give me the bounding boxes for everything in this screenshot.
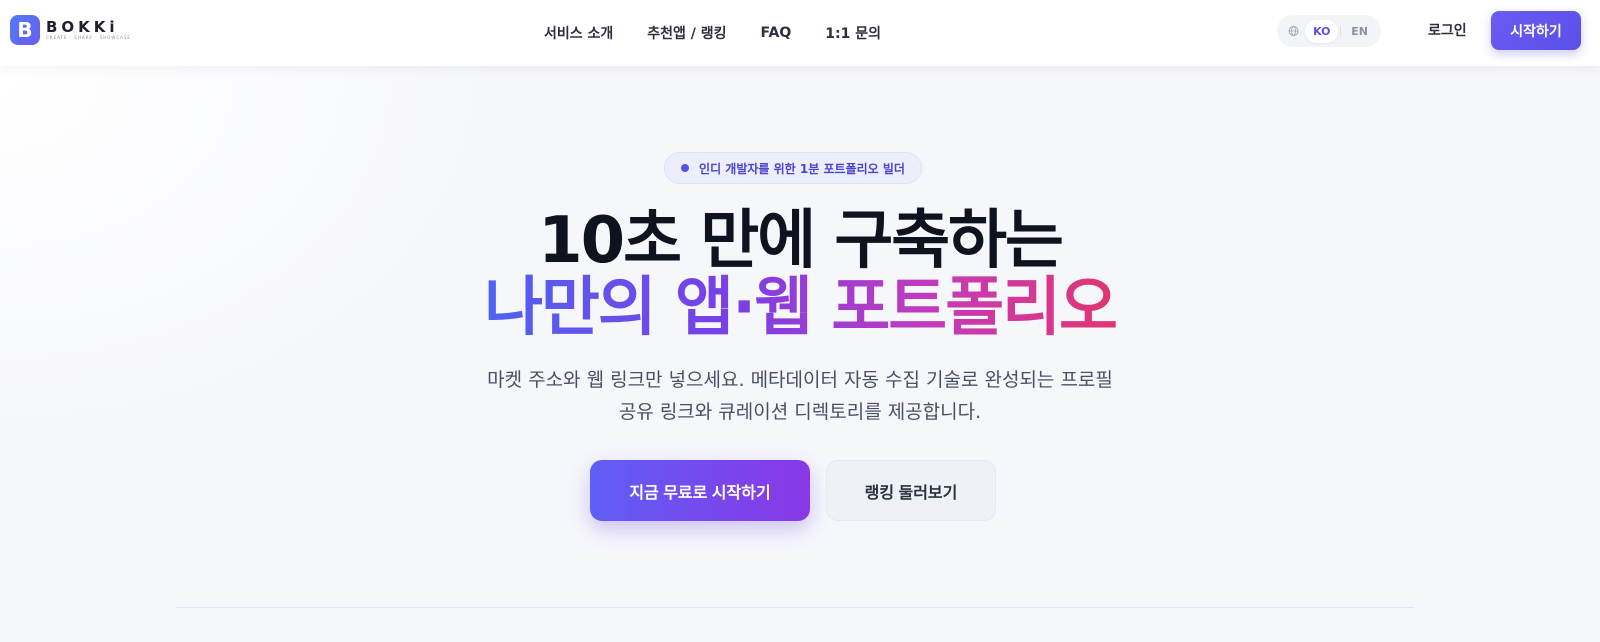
lang-option-en[interactable]: EN	[1343, 20, 1376, 43]
top-navbar: B BOKKi CREATE · SHARE · SHOWCASE 서비스 소개…	[0, 0, 1600, 66]
hero-headline-line2: 나만의 앱·웹 포트폴리오	[0, 272, 1600, 344]
hero-headline-line1: 10초 만에 구축하는	[538, 204, 1064, 278]
hero-subtext-line2: 공유 링크와 큐레이션 디렉토리를 제공합니다.	[618, 401, 982, 423]
login-link[interactable]: 로그인	[1428, 20, 1467, 40]
badge-dot-icon	[681, 164, 690, 172]
nav-link-recommended-ranking[interactable]: 추천앱 / 랭킹	[647, 23, 726, 43]
logo-mark-letter: B	[17, 18, 33, 42]
hero-subtext: 마켓 주소와 웹 링크만 넣으세요. 메타데이터 자동 수집 기술로 완성되는 …	[0, 364, 1600, 428]
logo[interactable]: B BOKKi CREATE · SHARE · SHOWCASE	[10, 15, 131, 45]
hero-headline-gradient-text: 나만의 앱·웹 포트폴리오	[484, 271, 1118, 345]
logo-mark-icon: B	[10, 15, 40, 45]
logo-tagline: CREATE · SHARE · SHOWCASE	[46, 35, 131, 40]
nav-link-inquiry[interactable]: 1:1 문의	[825, 23, 881, 43]
header-start-button[interactable]: 시작하기	[1491, 11, 1581, 50]
page: B BOKKi CREATE · SHARE · SHOWCASE 서비스 소개…	[0, 0, 1600, 642]
nav-link-faq[interactable]: FAQ	[761, 25, 792, 41]
lang-divider	[1340, 25, 1342, 37]
hero-subtext-line1: 마켓 주소와 웹 링크만 넣으세요. 메타데이터 자동 수집 기술로 완성되는 …	[487, 369, 1113, 391]
hero-badge: 인디 개발자를 위한 1분 포트폴리오 빌더	[664, 152, 922, 184]
badge-text: 인디 개발자를 위한 1분 포트폴리오 빌더	[699, 161, 905, 176]
section-divider	[176, 607, 1414, 608]
logo-word: BOKKi	[46, 18, 119, 36]
main-nav: 서비스 소개 추천앱 / 랭킹 FAQ 1:1 문의	[544, 0, 915, 66]
logo-text: BOKKi CREATE · SHARE · SHOWCASE	[46, 19, 131, 41]
lang-option-ko[interactable]: KO	[1305, 19, 1339, 43]
cta-browse-ranking-button[interactable]: 랭킹 둘러보기	[826, 460, 996, 521]
nav-link-about[interactable]: 서비스 소개	[544, 23, 613, 43]
language-switcher: KO EN	[1277, 15, 1381, 47]
cta-start-free-button[interactable]: 지금 무료로 시작하기	[590, 460, 810, 521]
globe-icon	[1288, 26, 1299, 36]
